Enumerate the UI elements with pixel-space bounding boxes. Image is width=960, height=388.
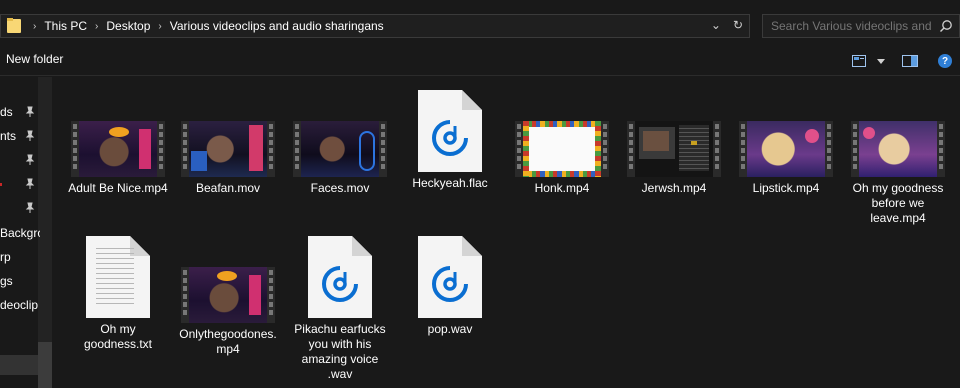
file-name: Oh my goodness before we leave.mp4 xyxy=(852,181,944,225)
sidebar-item[interactable] xyxy=(0,174,54,194)
audio-file-icon xyxy=(308,236,372,318)
video-thumbnail xyxy=(293,121,387,177)
video-thumbnail xyxy=(71,121,165,177)
sidebar-item[interactable]: Backgro xyxy=(0,223,54,243)
file-view: Adult Be Nice.mp4 Beafan.mov Faces.mov H… xyxy=(56,77,960,388)
audio-file-icon xyxy=(418,90,482,172)
file-name: pop.wav xyxy=(427,322,473,336)
breadcrumb-desktop[interactable]: Desktop xyxy=(106,19,150,33)
video-thumbnail xyxy=(181,121,275,177)
file-name: Oh my goodness.txt xyxy=(83,322,153,351)
pin-icon xyxy=(25,154,35,165)
help-icon[interactable]: ? xyxy=(930,52,960,70)
text-file-icon xyxy=(86,236,150,318)
sidebar-item-label: gs xyxy=(0,274,13,288)
sidebar-item-label: Backgro xyxy=(0,226,40,240)
address-bar[interactable]: › This PC › Desktop › Various videoclips… xyxy=(0,14,750,38)
address-bar-region: › This PC › Desktop › Various videoclips… xyxy=(0,0,960,40)
file-item[interactable]: Lipstick.mp4 xyxy=(734,121,838,196)
sidebar-scrollbar-thumb[interactable] xyxy=(38,342,52,388)
file-item[interactable]: Heckyeah.flac xyxy=(398,90,502,191)
breadcrumb-current-folder[interactable]: Various videoclips and audio sharingans xyxy=(170,19,384,33)
file-item[interactable]: Honk.mp4 xyxy=(510,121,614,196)
sidebar-item[interactable] xyxy=(0,150,54,170)
breadcrumb-this-pc[interactable]: This PC xyxy=(44,19,87,33)
pin-icon xyxy=(25,130,35,141)
file-item[interactable]: Faces.mov xyxy=(288,121,392,196)
file-item[interactable]: Adult Be Nice.mp4 xyxy=(66,121,170,196)
sidebar-item[interactable] xyxy=(0,198,54,218)
sidebar-item-label: deoclip xyxy=(0,298,39,312)
folder-icon xyxy=(5,15,25,37)
file-item[interactable]: pop.wav xyxy=(398,236,502,337)
refresh-icon[interactable]: ↻ xyxy=(733,18,743,32)
file-name: Faces.mov xyxy=(310,181,370,195)
view-controls: ? xyxy=(846,52,960,70)
audio-file-icon xyxy=(418,236,482,318)
navigation-pane: ds nts Backgro rp gs deoclip xyxy=(0,77,54,388)
file-item[interactable]: Oh my goodness before we leave.mp4 xyxy=(846,121,950,226)
file-item[interactable]: Beafan.mov xyxy=(176,121,280,196)
command-bar: New folder ? xyxy=(0,44,960,76)
search-input[interactable] xyxy=(771,19,931,33)
sidebar-item-label: rp xyxy=(0,250,11,264)
file-name: Jerwsh.mp4 xyxy=(641,181,707,195)
sidebar-item[interactable]: rp xyxy=(0,247,54,267)
sidebar-item[interactable]: deoclip xyxy=(0,295,54,315)
video-thumbnail xyxy=(181,267,275,323)
file-item[interactable]: Jerwsh.mp4 xyxy=(622,121,726,196)
chevron-right-icon[interactable]: › xyxy=(33,21,36,32)
video-thumbnail xyxy=(515,121,609,177)
pin-icon xyxy=(25,202,35,213)
groove-music-icon xyxy=(432,120,468,156)
pin-icon xyxy=(25,106,35,117)
video-thumbnail xyxy=(851,121,945,177)
search-icon[interactable] xyxy=(939,19,953,33)
file-item[interactable]: Onlythegoodones.mp4 xyxy=(176,267,280,357)
change-view-icon[interactable] xyxy=(846,52,872,70)
preview-pane-icon[interactable] xyxy=(890,52,930,70)
file-item[interactable]: Oh my goodness.txt xyxy=(66,236,170,352)
file-name: Beafan.mov xyxy=(195,181,261,195)
file-name: Lipstick.mp4 xyxy=(752,181,820,195)
groove-music-icon xyxy=(432,266,468,302)
file-name: Honk.mp4 xyxy=(534,181,590,195)
view-options-chevron-icon[interactable] xyxy=(872,52,890,70)
file-name: Heckyeah.flac xyxy=(412,176,488,190)
sidebar-item-icon xyxy=(0,183,2,186)
chevron-right-icon[interactable]: › xyxy=(95,21,98,32)
search-box[interactable] xyxy=(762,14,960,38)
file-name: Onlythegoodones.mp4 xyxy=(179,327,277,356)
sidebar-selection-highlight xyxy=(0,355,38,375)
file-name: Adult Be Nice.mp4 xyxy=(68,181,168,195)
sidebar-item[interactable]: nts xyxy=(0,126,54,146)
chevron-right-icon[interactable]: › xyxy=(158,21,161,32)
video-thumbnail xyxy=(627,121,721,177)
groove-music-icon xyxy=(322,266,358,302)
dropdown-chevron-icon[interactable]: ⌄ xyxy=(711,18,721,32)
video-thumbnail xyxy=(739,121,833,177)
file-name: Pikachu earfucks you with his amazing vo… xyxy=(294,322,386,381)
sidebar-item[interactable]: ds xyxy=(0,102,54,122)
file-item[interactable]: Pikachu earfucks you with his amazing vo… xyxy=(288,236,392,382)
new-folder-button[interactable]: New folder xyxy=(6,52,63,66)
pin-icon xyxy=(25,178,35,189)
sidebar-item[interactable]: gs xyxy=(0,271,54,291)
